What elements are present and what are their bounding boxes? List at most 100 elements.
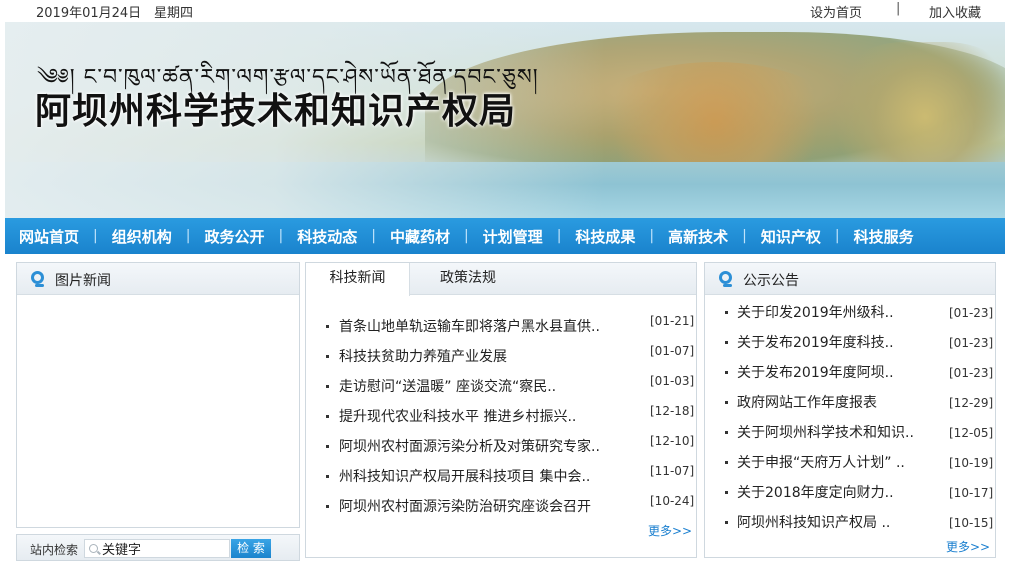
picture-news-header: 图片新闻 (17, 263, 299, 295)
tab-tech-news[interactable]: 科技新闻 (306, 263, 410, 296)
news-link[interactable]: 首条山地单轨运输车即将落户黑水县直供.. (339, 316, 600, 336)
bullet (326, 445, 329, 448)
topbar-separator: | (896, 1, 901, 16)
bullet (326, 385, 329, 388)
add-favorite-link[interactable]: 加入收藏 (929, 2, 981, 21)
news-date: [01-21] (650, 314, 695, 328)
list-item: 关于发布2019年度阿坝.. [01-23] (705, 357, 995, 387)
notice-link[interactable]: 关于阿坝州科学技术和知识.. (737, 422, 914, 442)
news-date: [11-07] (650, 464, 695, 478)
bullet (326, 505, 329, 508)
search-box (84, 539, 230, 558)
tab-policy-regulations[interactable]: 政策法规 (428, 263, 508, 295)
notices-title: 公示公告 (743, 273, 799, 289)
site-search: 站内检索 检 索 (16, 534, 300, 561)
nav-item-intellectual-property[interactable]: 知识产权 (747, 226, 835, 247)
notice-date: [01-23] (949, 306, 994, 320)
site-title: 阿坝州科学技术和知识产权局 (35, 91, 517, 132)
search-button[interactable]: 检 索 (231, 539, 271, 558)
location-pin-icon (31, 271, 44, 287)
set-homepage-link[interactable]: 设为首页 (810, 2, 862, 21)
list-item: 政府网站工作年度报表 [12-29] (705, 387, 995, 417)
notice-date: [01-23] (949, 336, 994, 350)
bullet (725, 461, 728, 464)
main-nav: 网站首页 | 组织机构 | 政务公开 | 科技动态 | 中藏药材 | 计划管理 … (5, 218, 1005, 254)
notice-link[interactable]: 阿坝州科技知识产权局 .. (737, 512, 890, 532)
news-date: [12-10] (650, 434, 695, 448)
notice-link[interactable]: 关于印发2019年州级科.. (737, 302, 894, 322)
news-date: [01-07] (650, 344, 695, 358)
bullet (326, 325, 329, 328)
news-date: [01-03] (650, 374, 695, 388)
nav-item-plan-management[interactable]: 计划管理 (469, 226, 557, 247)
bullet (725, 371, 728, 374)
notice-link[interactable]: 关于发布2019年度科技.. (737, 332, 894, 352)
bullet (326, 415, 329, 418)
notice-date: [10-15] (949, 516, 994, 530)
notice-link[interactable]: 关于2018年度定向财力.. (737, 482, 894, 502)
list-item: 关于发布2019年度科技.. [01-23] (705, 327, 995, 357)
nav-item-tech-services[interactable]: 科技服务 (840, 226, 928, 247)
nav-item-government-affairs[interactable]: 政务公开 (190, 226, 278, 247)
list-item: 关于2018年度定向财力.. [10-17] (705, 477, 995, 507)
nav-item-herbal-medicine[interactable]: 中藏药材 (376, 226, 464, 247)
bullet (725, 401, 728, 404)
news-more-link[interactable]: 更多>> (648, 522, 692, 539)
notices-panel: 公示公告 关于印发2019年州级科.. [01-23] 关于发布2019年度科技.… (704, 262, 996, 558)
news-link[interactable]: 州科技知识产权局开展科技项目 集中会.. (339, 466, 590, 486)
notices-list: 关于印发2019年州级科.. [01-23] 关于发布2019年度科技.. [01-… (705, 297, 995, 537)
news-tabs-panel: 科技新闻 政策法规 首条山地单轨运输车即将落户黑水县直供.. [01-21] 科技… (305, 262, 697, 558)
news-tabs: 科技新闻 政策法规 (306, 263, 696, 296)
notice-link[interactable]: 政府网站工作年度报表 (737, 392, 877, 412)
bullet (326, 475, 329, 478)
bullet (725, 341, 728, 344)
notice-link[interactable]: 关于申报“天府万人计划” .. (737, 452, 905, 472)
news-link[interactable]: 提升现代农业科技水平 推进乡村振兴.. (339, 406, 576, 426)
nav-item-organization[interactable]: 组织机构 (98, 226, 186, 247)
list-item: 阿坝州农村面源污染分析及对策研究专家.. [12-10] (306, 431, 696, 461)
header-banner: ༄༅། ང་བ་ཁུལ་ཚན་རིག་ལག་རྩལ་དང་ཤེས་ཡོན་ཐོན… (5, 22, 1005, 218)
news-date: [10-24] (650, 494, 695, 508)
news-link[interactable]: 走访慰问“送温暖” 座谈交流“察民.. (339, 376, 556, 396)
list-item: 科技扶贫助力养殖产业发展 [01-07] (306, 341, 696, 371)
notice-date: [12-05] (949, 426, 994, 440)
bullet (326, 355, 329, 358)
top-bar: 2019年01月24日 星期四 设为首页 | 加入收藏 (0, 0, 1010, 22)
list-item: 关于阿坝州科学技术和知识.. [12-05] (705, 417, 995, 447)
list-item: 关于印发2019年州级科.. [01-23] (705, 297, 995, 327)
search-input[interactable] (102, 541, 227, 556)
news-link[interactable]: 阿坝州农村面源污染防治研究座谈会召开 (339, 496, 591, 516)
search-icon (89, 544, 98, 553)
location-pin-icon (719, 271, 732, 287)
site-search-label: 站内检索 (30, 543, 79, 557)
picture-news-panel: 图片新闻 (16, 262, 300, 528)
nav-item-high-tech[interactable]: 高新技术 (654, 226, 742, 247)
nav-item-tech-news[interactable]: 科技动态 (283, 226, 371, 247)
list-item: 州科技知识产权局开展科技项目 集中会.. [11-07] (306, 461, 696, 491)
bullet (725, 431, 728, 434)
list-item: 走访慰问“送温暖” 座谈交流“察民.. [01-03] (306, 371, 696, 401)
notice-date: [12-29] (949, 396, 994, 410)
notice-link[interactable]: 关于发布2019年度阿坝.. (737, 362, 894, 382)
tech-news-list: 首条山地单轨运输车即将落户黑水县直供.. [01-21] 科技扶贫助力养殖产业发展… (306, 311, 696, 521)
list-item: 阿坝州农村面源污染防治研究座谈会召开 [10-24] (306, 491, 696, 521)
list-item: 提升现代农业科技水平 推进乡村振兴.. [12-18] (306, 401, 696, 431)
current-weekday: 星期四 (154, 6, 194, 21)
list-item: 首条山地单轨运输车即将落户黑水县直供.. [01-21] (306, 311, 696, 341)
news-date: [12-18] (650, 404, 695, 418)
notice-date: [10-17] (949, 486, 994, 500)
notice-date: [10-19] (949, 456, 994, 470)
current-date: 2019年01月24日 (36, 6, 142, 21)
bullet (725, 491, 728, 494)
nav-item-tech-achievements[interactable]: 科技成果 (561, 226, 649, 247)
bullet (725, 311, 728, 314)
news-link[interactable]: 科技扶贫助力养殖产业发展 (339, 346, 507, 366)
list-item: 阿坝州科技知识产权局 .. [10-15] (705, 507, 995, 537)
picture-news-title: 图片新闻 (55, 273, 111, 289)
notices-header: 公示公告 (705, 263, 995, 295)
bullet (725, 521, 728, 524)
list-item: 关于申报“天府万人计划” .. [10-19] (705, 447, 995, 477)
nav-item-home[interactable]: 网站首页 (5, 226, 93, 247)
notices-more-link[interactable]: 更多>> (946, 538, 990, 555)
news-link[interactable]: 阿坝州农村面源污染分析及对策研究专家.. (339, 436, 600, 456)
